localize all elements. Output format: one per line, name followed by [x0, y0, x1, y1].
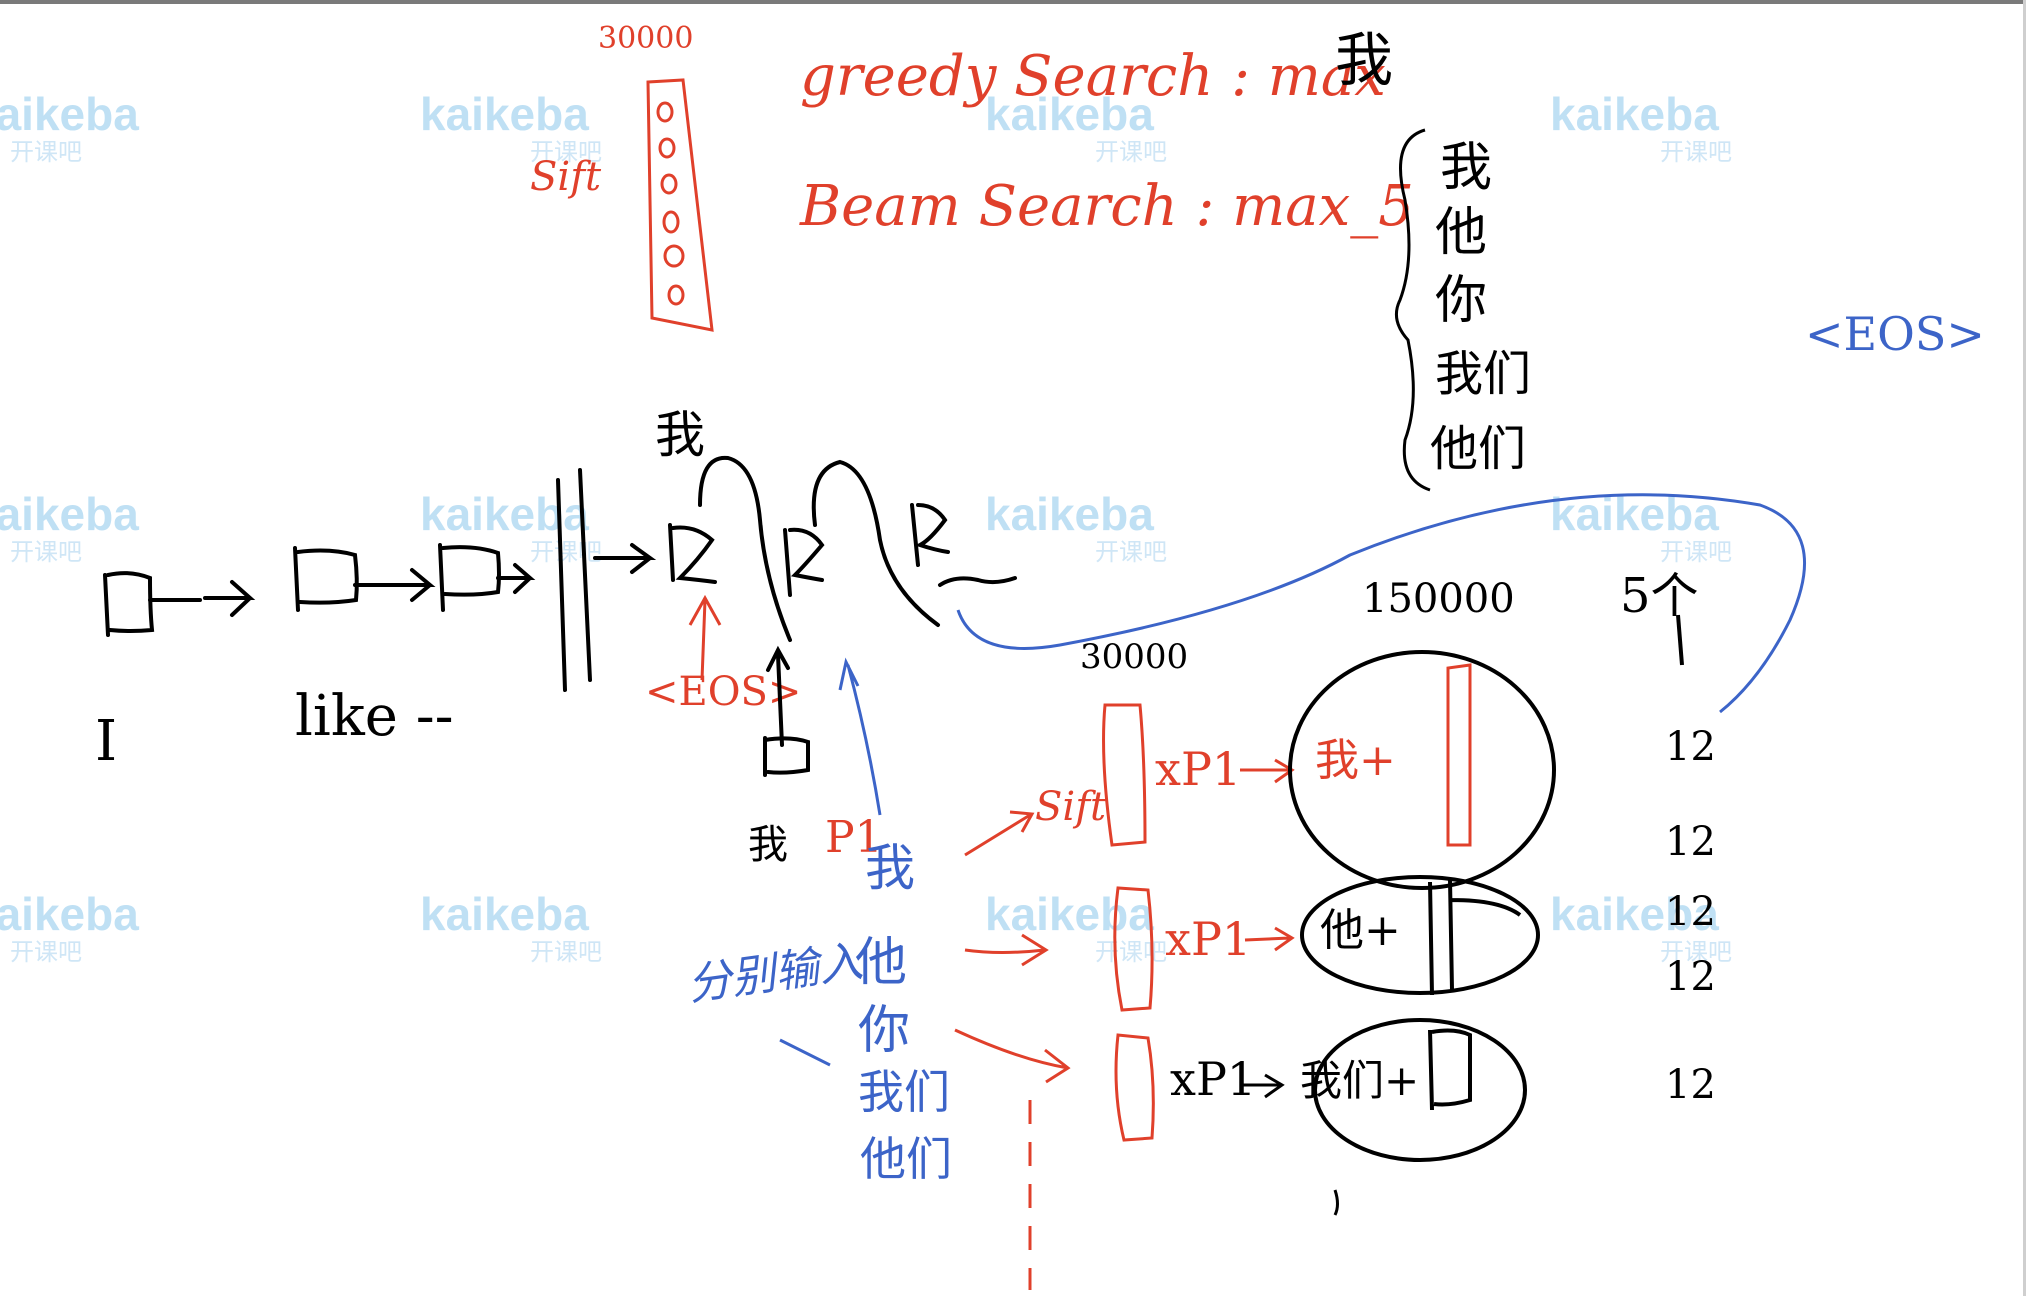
beam-right-cell: 12	[1665, 954, 1716, 1000]
greedy-word: 我	[1335, 26, 1393, 94]
beam-vocab-size: 30000	[1080, 637, 1188, 677]
watermark: kaikeba 开课吧	[1550, 88, 1732, 166]
blue-note-pointer	[779, 1038, 831, 1067]
watermark-sub: 开课吧	[10, 539, 82, 566]
beam-big-size: 150000	[1362, 576, 1515, 622]
decoder-cells	[668, 455, 1017, 642]
watermark-brand: kaikeba	[420, 888, 589, 940]
blue-note: 分别输入	[684, 936, 865, 1011]
watermark: kaikeba 开课吧	[0, 88, 139, 166]
watermark: kaikeba 开课吧	[985, 888, 1167, 966]
candidate-word: 他们	[1430, 421, 1526, 477]
beam-right-cell: 12	[1665, 724, 1716, 770]
blue-word: 你	[858, 1001, 910, 1061]
candidate-word: 你	[1435, 271, 1487, 331]
watermark-brand: kaikeba	[0, 88, 139, 140]
beam-sift-label: Sift	[1035, 784, 1107, 830]
watermark-brand: kaikeba	[0, 888, 139, 940]
watermark-sub: 开课吧	[1095, 539, 1167, 566]
watermark-sub: 开课吧	[10, 139, 82, 166]
beam-row-arrow	[1240, 758, 1295, 784]
encoder-input-word: like --	[295, 684, 454, 749]
watermark-sub: 开课吧	[530, 939, 602, 966]
watermark: kaikeba 开课吧	[420, 888, 602, 966]
beam-candidate: 我们+	[1300, 1056, 1419, 1105]
watermark: kaikeba 开课吧	[0, 888, 139, 966]
search-methods: greedy Search : max 我 Beam Search : max_…	[799, 26, 1531, 492]
prev-word: 我	[748, 822, 788, 868]
start-token-arrow	[688, 594, 722, 681]
encoder-input-word: I	[95, 709, 117, 774]
beam-multiplier: xP1	[1165, 912, 1251, 966]
beam-row-arrow	[1244, 926, 1295, 952]
watermark-sub: 开课吧	[10, 939, 82, 966]
watermark-sub: 开课吧	[1660, 539, 1732, 566]
watermark-sub: 开课吧	[1095, 139, 1167, 166]
beam-right-cell: 12	[1665, 819, 1716, 865]
beam-candidate: 他+	[1320, 905, 1401, 956]
watermark-sub: 开课吧	[1660, 139, 1732, 166]
beam-multiplier: xP1	[1155, 742, 1241, 796]
watermark-brand: kaikeba	[985, 888, 1154, 940]
candidate-word: 我	[1440, 138, 1492, 198]
watermark-brand: kaikeba	[420, 488, 589, 540]
beam-count-label: 5个	[1620, 568, 1699, 624]
greedy-label: greedy Search : max	[800, 44, 1386, 109]
candidate-word: 我们	[1435, 346, 1531, 402]
watermark: kaikeba 开课吧	[1550, 488, 1732, 566]
vocab-size-label: 30000	[598, 21, 693, 56]
eos-tag: <EOS>	[1805, 307, 1985, 361]
watermark-brand: kaikeba	[985, 488, 1154, 540]
whiteboard-canvas: kaikeba 开课吧 kaikeba 开课吧 kaikeba 开课吧 kaik…	[0, 21, 1985, 1290]
beam-right-cell: 12	[1665, 1062, 1716, 1108]
watermark: kaikeba 开课吧	[420, 488, 602, 566]
watermark-sub: 开课吧	[1095, 939, 1167, 966]
blue-word: 我	[865, 839, 915, 897]
beam-input-arrows	[954, 810, 1071, 1290]
blue-input-arrow	[838, 657, 882, 816]
sift-label: Sift	[530, 154, 602, 200]
candidate-word: 他	[1435, 203, 1487, 263]
beam-more-tick	[1333, 1189, 1339, 1216]
watermark: kaikeba 开课吧	[985, 488, 1167, 566]
vocab-vector-top: 30000 Sift	[530, 21, 714, 332]
watermark: kaikeba 开课吧	[0, 488, 139, 566]
beam-multiplier: xP1	[1170, 1052, 1256, 1106]
beam-candidate: 我+	[1315, 735, 1396, 786]
beam-label: Beam Search : max_5	[799, 174, 1414, 239]
blue-word: 他们	[860, 1132, 952, 1186]
watermark-brand: kaikeba	[1550, 88, 1719, 140]
blue-word: 我们	[858, 1065, 950, 1119]
beam-right-cell: 12	[1665, 889, 1716, 935]
vocab-cells	[656, 101, 685, 306]
decoder-output-word: 我	[655, 406, 705, 464]
vocab-box	[646, 78, 714, 332]
watermark-brand: kaikeba	[420, 88, 589, 140]
watermark-brand: kaikeba	[0, 488, 139, 540]
watermark-sub: 开课吧	[530, 539, 602, 566]
